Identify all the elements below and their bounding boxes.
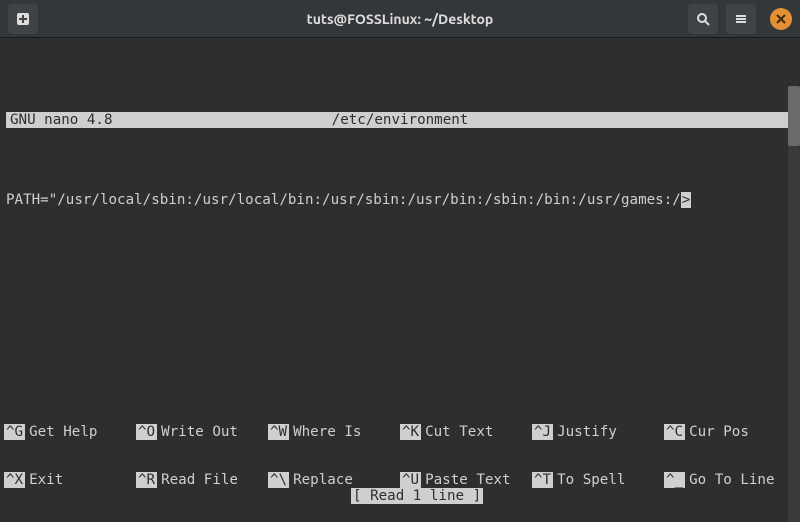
search-button[interactable] bbox=[688, 4, 718, 34]
search-icon bbox=[695, 11, 711, 27]
shortcut-label: Exit bbox=[29, 472, 63, 488]
shortcut-key: ^T bbox=[532, 472, 553, 488]
new-tab-icon bbox=[15, 11, 31, 27]
shortcut-key: ^J bbox=[532, 424, 553, 440]
shortcut-label: Go To Line bbox=[689, 472, 774, 488]
shortcut-key: ^X bbox=[4, 472, 25, 488]
titlebar-right bbox=[688, 4, 792, 34]
scrollbar[interactable] bbox=[788, 86, 800, 522]
shortcut-label: Cut Text bbox=[425, 424, 493, 440]
shortcut-write-out[interactable]: ^OWrite Out bbox=[136, 424, 268, 440]
scrollbar-thumb[interactable] bbox=[788, 86, 800, 146]
terminal-area[interactable]: GNU nano 4.8 /etc/environment PATH="/usr… bbox=[0, 38, 800, 522]
shortcut-label: Where Is bbox=[293, 424, 361, 440]
shortcut-label: Read File bbox=[161, 472, 238, 488]
nano-filename: /etc/environment bbox=[332, 112, 469, 128]
shortcut-key: ^O bbox=[136, 424, 157, 440]
nano-version: GNU nano 4.8 bbox=[10, 112, 113, 128]
shortcut-replace[interactable]: ^\Replace bbox=[268, 472, 400, 488]
shortcut-read-file[interactable]: ^RRead File bbox=[136, 472, 268, 488]
nano-shortcuts: ^GGet Help ^OWrite Out ^WWhere Is ^KCut … bbox=[4, 392, 796, 520]
file-content-line[interactable]: PATH="/usr/local/sbin:/usr/local/bin:/us… bbox=[2, 192, 798, 208]
shortcut-exit[interactable]: ^XExit bbox=[4, 472, 136, 488]
shortcut-key: ^G bbox=[4, 424, 25, 440]
shortcut-label: Cur Pos bbox=[689, 424, 749, 440]
hamburger-icon bbox=[733, 11, 749, 27]
shortcut-cur-pos[interactable]: ^CCur Pos bbox=[664, 424, 796, 440]
shortcut-paste-text[interactable]: ^UPaste Text bbox=[400, 472, 532, 488]
shortcut-go-to-line[interactable]: ^_Go To Line bbox=[664, 472, 796, 488]
shortcut-cut-text[interactable]: ^KCut Text bbox=[400, 424, 532, 440]
shortcut-key: ^K bbox=[400, 424, 421, 440]
shortcut-to-spell[interactable]: ^TTo Spell bbox=[532, 472, 664, 488]
window-title: tuts@FOSSLinux: ~/Desktop bbox=[307, 11, 494, 27]
close-icon bbox=[776, 14, 786, 24]
shortcut-label: Paste Text bbox=[425, 472, 510, 488]
menu-button[interactable] bbox=[726, 4, 756, 34]
shortcut-label: Get Help bbox=[29, 424, 97, 440]
content-text: PATH="/usr/local/sbin:/usr/local/bin:/us… bbox=[6, 192, 681, 208]
shortcut-justify[interactable]: ^JJustify bbox=[532, 424, 664, 440]
window-titlebar: tuts@FOSSLinux: ~/Desktop bbox=[0, 0, 800, 38]
shortcut-key: ^_ bbox=[664, 472, 685, 488]
shortcut-label: Justify bbox=[557, 424, 617, 440]
shortcut-label: To Spell bbox=[557, 472, 625, 488]
shortcut-key: ^W bbox=[268, 424, 289, 440]
shortcuts-row-2: ^XExit ^RRead File ^\Replace ^UPaste Tex… bbox=[4, 472, 796, 488]
shortcut-label: Write Out bbox=[161, 424, 238, 440]
shortcut-key: ^C bbox=[664, 424, 685, 440]
shortcut-key: ^\ bbox=[268, 472, 289, 488]
titlebar-left bbox=[8, 4, 38, 34]
nano-header: GNU nano 4.8 /etc/environment bbox=[6, 112, 794, 128]
new-tab-button[interactable] bbox=[8, 4, 38, 34]
shortcut-get-help[interactable]: ^GGet Help bbox=[4, 424, 136, 440]
line-continuation-marker: > bbox=[681, 192, 692, 208]
shortcut-where-is[interactable]: ^WWhere Is bbox=[268, 424, 400, 440]
shortcut-key: ^R bbox=[136, 472, 157, 488]
shortcut-key: ^U bbox=[400, 472, 421, 488]
close-button[interactable] bbox=[770, 8, 792, 30]
shortcut-label: Replace bbox=[293, 472, 353, 488]
shortcuts-row-1: ^GGet Help ^OWrite Out ^WWhere Is ^KCut … bbox=[4, 424, 796, 440]
